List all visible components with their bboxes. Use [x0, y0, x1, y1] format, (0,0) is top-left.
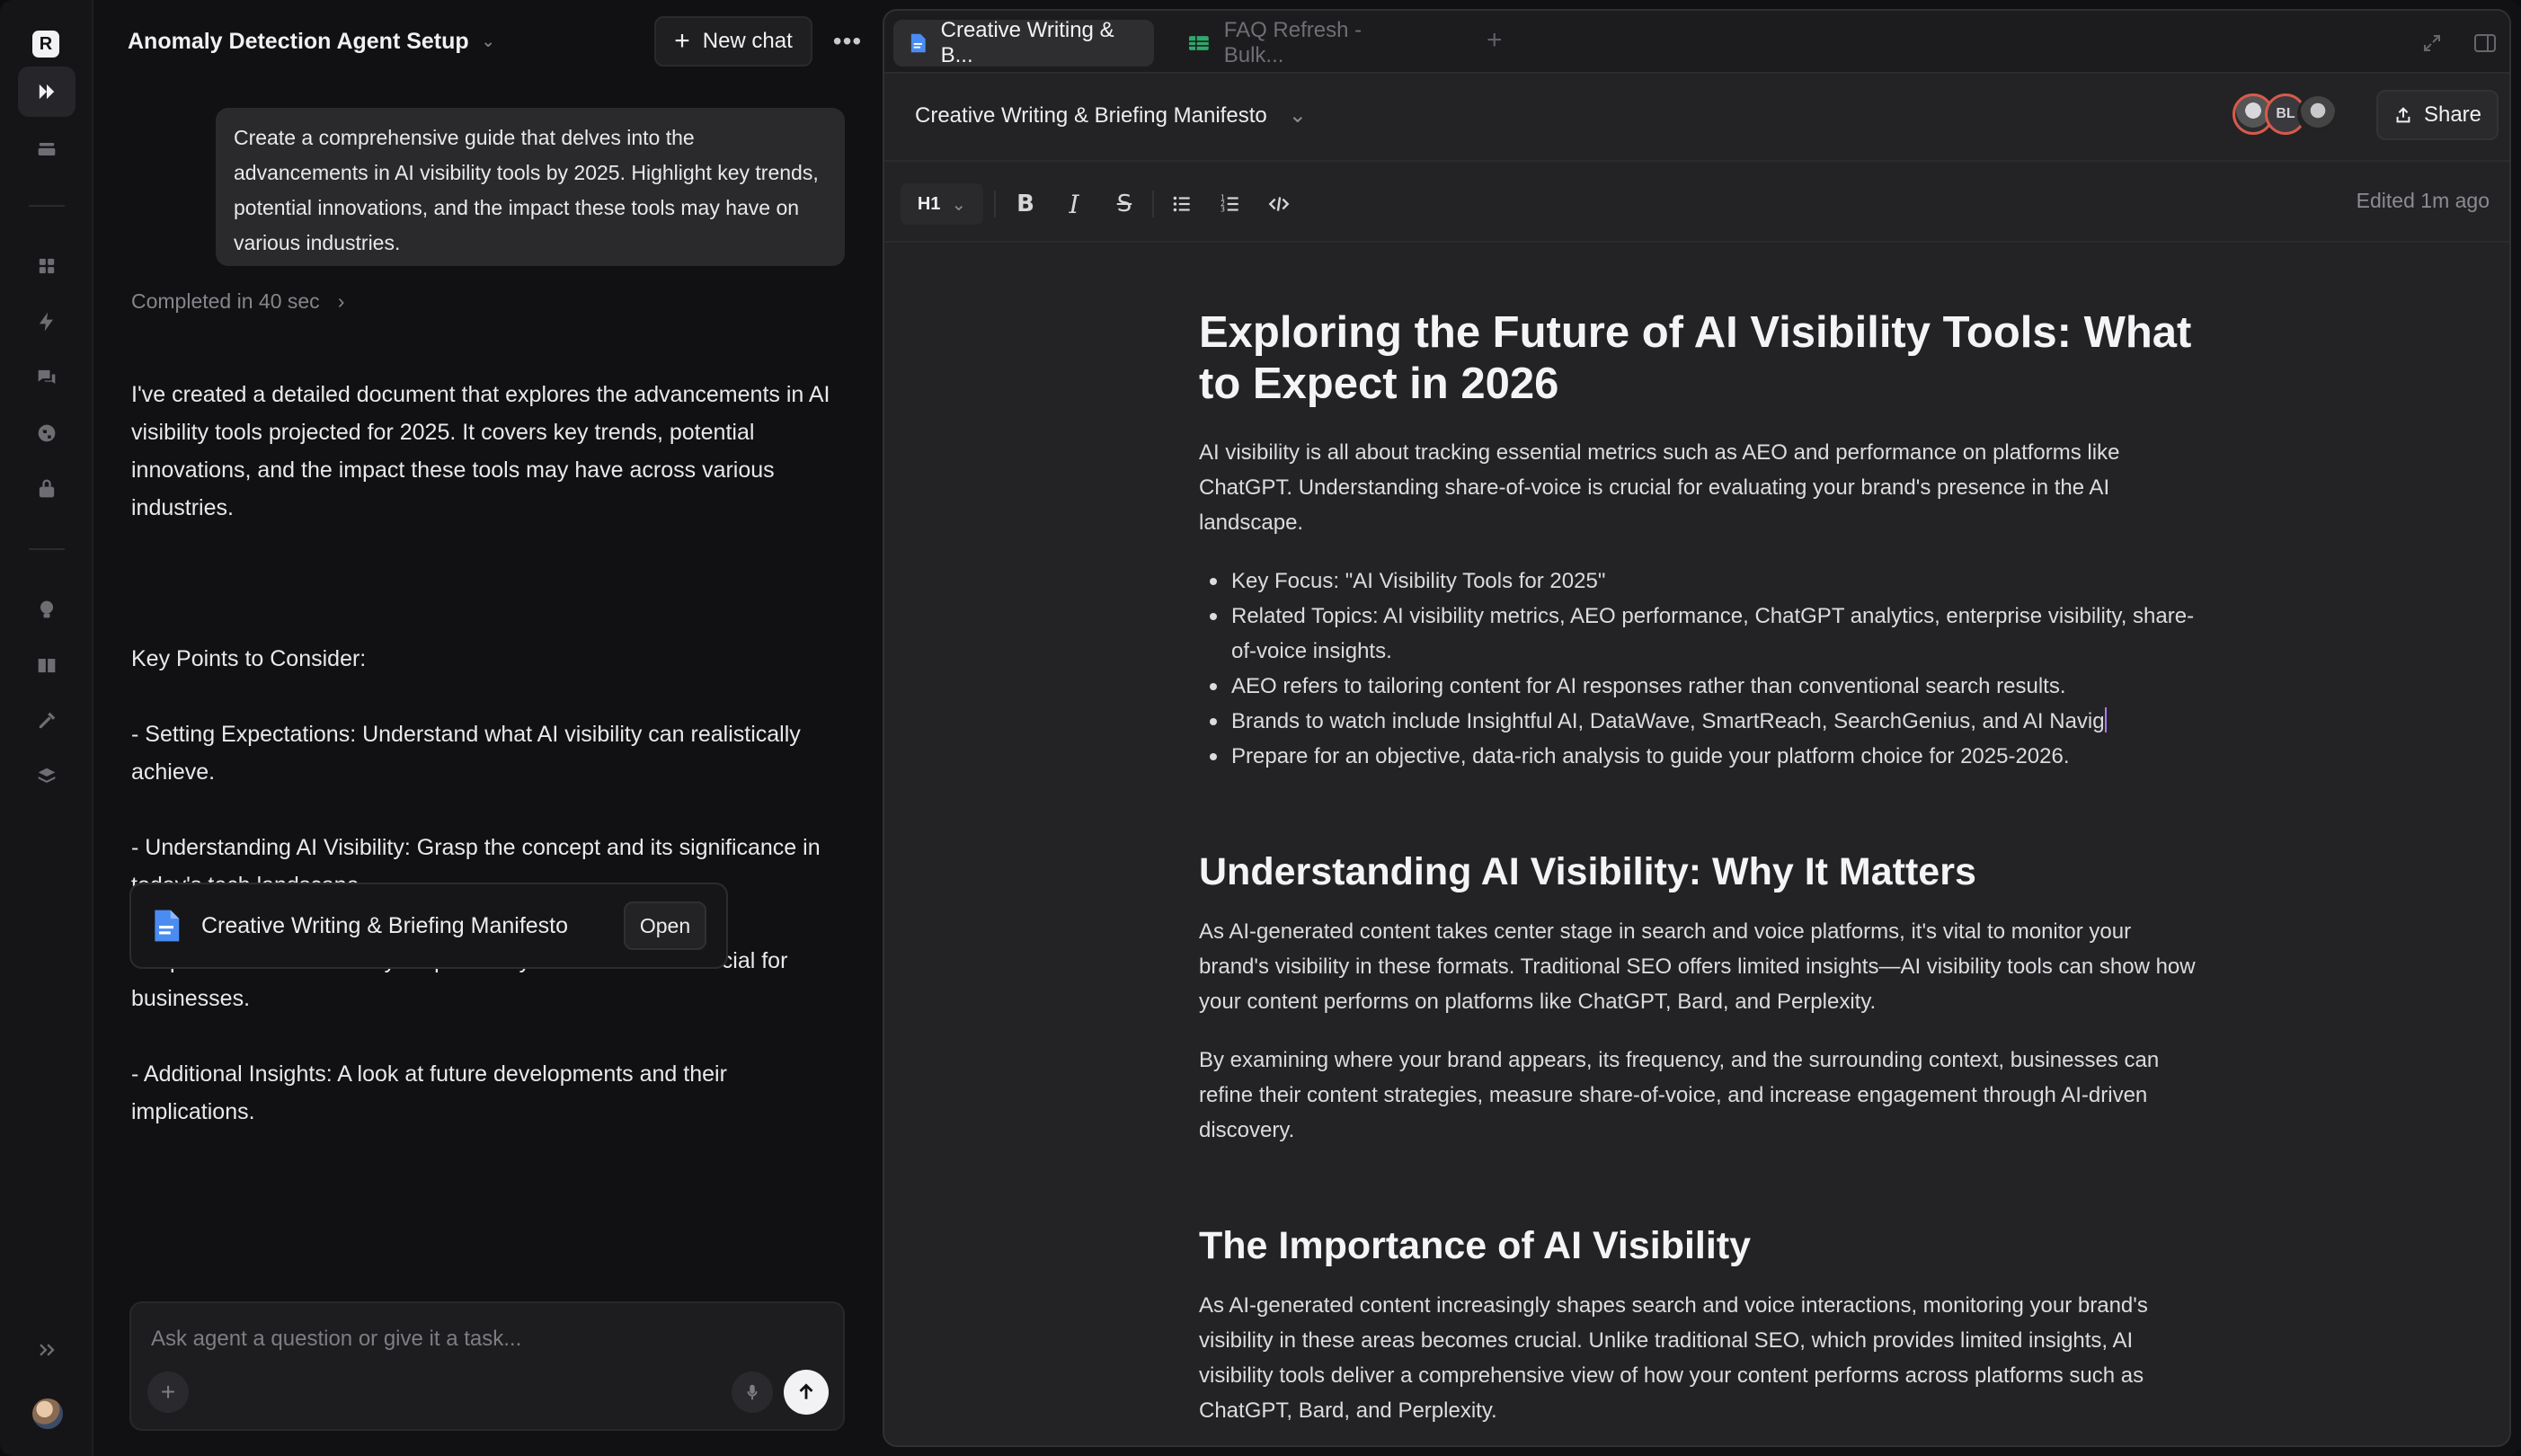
tab-label: Creative Writing & B... [940, 18, 1114, 67]
forward-icon[interactable] [18, 67, 75, 117]
key-point: - Setting Expectations: Understand what … [131, 722, 801, 785]
chevron-down-icon: ⌄ [951, 194, 967, 215]
sidebar-toggle-icon[interactable] [2473, 32, 2497, 58]
chevron-right-icon: › [337, 289, 345, 313]
sheet-icon [1188, 36, 1209, 50]
format-toolbar: H1 ⌄ B I S 123 Edited 1m ago [884, 164, 2509, 243]
expand-window-icon[interactable] [2421, 32, 2443, 58]
heading-select[interactable]: H1 ⌄ [901, 183, 983, 225]
section-heading: Understanding AI Visibility: Why It Matt… [1199, 850, 1976, 893]
globe-icon[interactable] [18, 408, 75, 458]
bold-icon[interactable]: B [1008, 187, 1043, 221]
document-h1: Exploring the Future of AI Visibility To… [1199, 308, 2192, 408]
chat-input[interactable] [151, 1321, 816, 1357]
share-icon [2396, 107, 2410, 123]
chat-title-dropdown[interactable]: Anomaly Detection Agent Setup ⌄ [128, 25, 495, 58]
document-tabbar: Creative Writing & B... FAQ Refresh - Bu… [884, 11, 2509, 74]
list-item: Brands to watch include Insightful AI, D… [1199, 704, 2206, 739]
tab-label: FAQ Refresh - Bulk... [1223, 18, 1363, 67]
document-card[interactable]: Creative Writing & Briefing Manifesto Op… [129, 883, 728, 969]
book-icon[interactable] [18, 640, 75, 690]
share-button[interactable]: Share [2376, 90, 2499, 140]
user-message: Create a comprehensive guide that delves… [216, 108, 845, 266]
completed-label: Completed in 40 sec [131, 289, 320, 313]
bullet-list: Key Focus: "AI Visibility Tools for 2025… [1199, 564, 2206, 774]
strikethrough-icon[interactable]: S [1107, 187, 1141, 221]
numbered-list-icon[interactable]: 123 [1213, 187, 1247, 221]
collaborator-avatars[interactable]: BL [2233, 93, 2339, 135]
app-window: R Anomaly Detection Agent Setup ⌄ + New … [0, 0, 2521, 1456]
document-title: Creative Writing & Briefing Manifesto [915, 102, 1267, 128]
paragraph: As AI-generated content takes center sta… [1199, 919, 2196, 1014]
tab-creative-writing[interactable]: Creative Writing & B... [893, 18, 1154, 67]
microphone-icon[interactable] [732, 1372, 773, 1413]
bolt-icon[interactable] [18, 297, 75, 347]
heading-select-value: H1 [917, 193, 941, 214]
lock-icon[interactable] [18, 464, 75, 514]
chat-panel: Anomaly Detection Agent Setup ⌄ + New ch… [93, 0, 967, 1456]
chat-title: Anomaly Detection Agent Setup [128, 28, 469, 54]
layers-icon[interactable] [18, 751, 75, 802]
new-chat-button[interactable]: + New chat [654, 16, 812, 67]
edited-status: Edited 1m ago [2356, 189, 2490, 212]
rail-divider [29, 548, 65, 550]
rail-divider [29, 205, 65, 207]
expand-icon[interactable] [18, 1325, 75, 1375]
list-item: Key Focus: "AI Visibility Tools for 2025… [1199, 564, 2206, 599]
list-item: Related Topics: AI visibility metrics, A… [1199, 599, 2206, 669]
doc-icon [910, 33, 926, 53]
send-arrow-icon[interactable] [784, 1370, 829, 1415]
code-icon[interactable] [1262, 187, 1296, 221]
open-document-button[interactable]: Open [624, 901, 706, 950]
document-panel: Creative Writing & B... FAQ Refresh - Bu… [883, 9, 2511, 1447]
key-point: - Additional Insights: A look at future … [131, 1061, 727, 1124]
section-heading: The Importance of AI Visibility [1199, 1224, 1752, 1267]
document-header: Creative Writing & Briefing Manifesto ⌄ … [884, 75, 2509, 162]
completed-status[interactable]: Completed in 40 sec › [131, 289, 344, 314]
new-chat-label: New chat [702, 29, 793, 53]
more-options-icon[interactable]: ••• [825, 16, 870, 67]
grid-icon[interactable] [18, 241, 75, 291]
paragraph: As AI-generated content increasingly sha… [1199, 1293, 2148, 1423]
inbox-icon[interactable] [18, 124, 75, 174]
add-tab-icon[interactable]: + [1487, 25, 1503, 56]
paragraph: By examining where your brand appears, i… [1199, 1048, 2160, 1142]
text-cursor [2104, 707, 2107, 732]
document-title-dropdown[interactable]: Creative Writing & Briefing Manifesto ⌄ [915, 102, 1307, 129]
list-item: Prepare for an objective, data-rich anal… [1199, 739, 2206, 774]
chevron-down-icon: ⌄ [1288, 103, 1307, 128]
share-label: Share [2423, 102, 2482, 127]
user-avatar[interactable] [32, 1398, 63, 1429]
document-content[interactable]: Exploring the Future of AI Visibility To… [1199, 307, 2206, 1445]
reply-intro: I've created a detailed document that ex… [131, 382, 830, 520]
agent-reply: I've created a detailed document that ex… [131, 338, 850, 1168]
chat-composer: + [129, 1301, 845, 1431]
icon-rail: R [0, 0, 93, 1456]
toolbar-divider [1152, 191, 1154, 218]
document-card-name: Creative Writing & Briefing Manifesto [201, 912, 569, 938]
document-icon [155, 910, 180, 942]
tab-faq-refresh[interactable]: FAQ Refresh - Bulk... [1172, 18, 1442, 67]
avatar[interactable] [2297, 93, 2339, 135]
list-item-text: Brands to watch include Insightful AI, D… [1231, 709, 2105, 733]
italic-icon[interactable]: I [1057, 187, 1091, 221]
chat-bubbles-icon[interactable] [18, 352, 75, 403]
key-points-title: Key Points to Consider: [131, 646, 367, 671]
list-item: AEO refers to tailoring content for AI r… [1199, 669, 2206, 704]
tools-icon[interactable] [18, 696, 75, 746]
svg-text:3: 3 [1221, 206, 1225, 214]
plus-icon: + [674, 26, 690, 56]
bullet-list-icon[interactable] [1165, 187, 1199, 221]
chevron-down-icon: ⌄ [481, 31, 495, 50]
attach-plus-icon[interactable]: + [147, 1372, 189, 1413]
toolbar-divider [994, 191, 996, 218]
paragraph: AI visibility is all about tracking esse… [1199, 440, 2120, 535]
lightbulb-icon[interactable] [18, 584, 75, 635]
app-logo[interactable]: R [32, 31, 59, 58]
